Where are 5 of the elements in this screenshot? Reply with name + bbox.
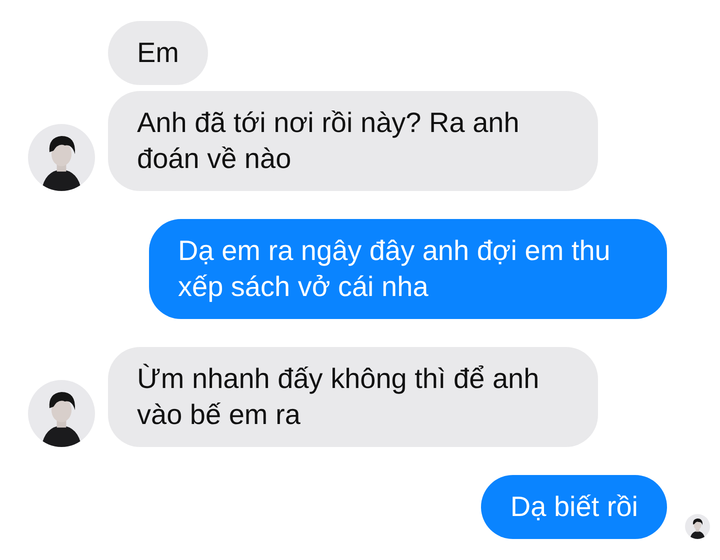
message-bubble: Dạ biết rồi bbox=[481, 475, 667, 539]
message-bubble: Ừm nhanh đấy không thì để anh vào bế em ra bbox=[108, 347, 598, 447]
message-bubble: Dạ em ra ngây đây anh đợi em thu xếp sách vở cái nha bbox=[149, 219, 667, 319]
message-bubble: Anh đã tới nơi rồi này? Ra anh đoán về nào bbox=[108, 91, 598, 191]
message-bubble: Em bbox=[108, 21, 208, 85]
